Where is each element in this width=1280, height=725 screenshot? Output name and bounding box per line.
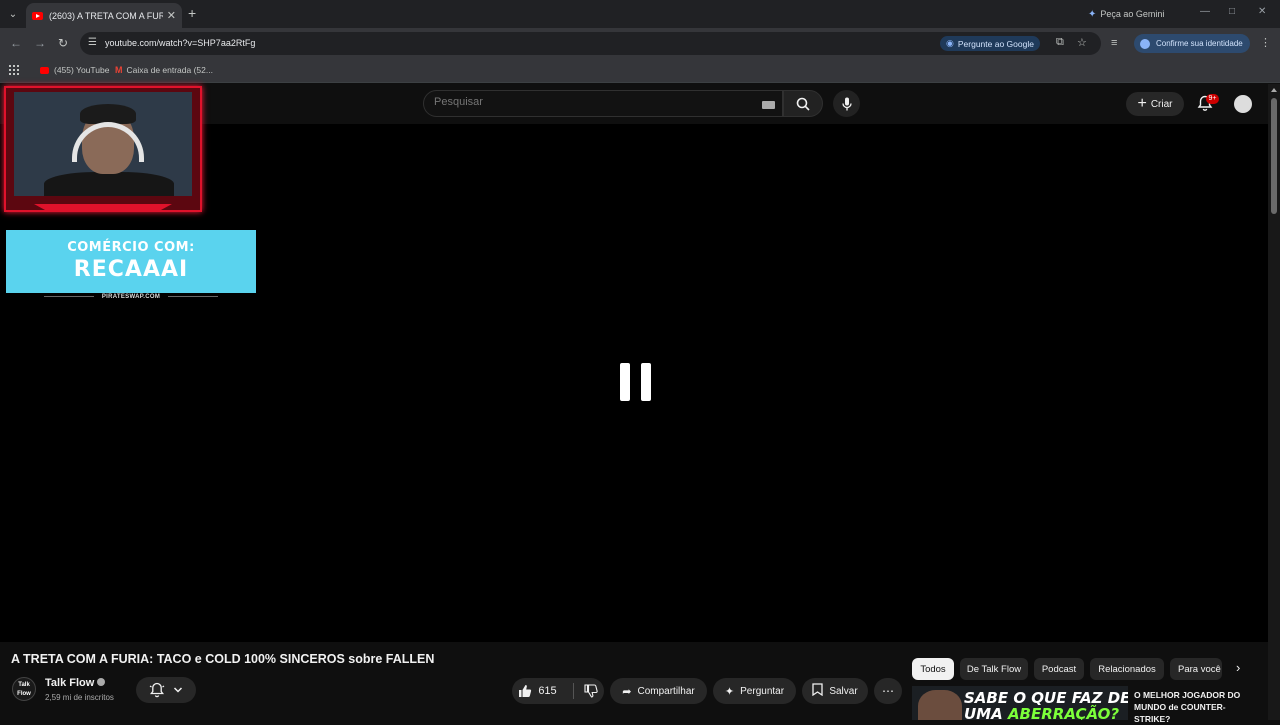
share-button[interactable]: ➦ Compartilhar [610,678,707,704]
bookmark-gmail[interactable]: M Caixa de entrada (52... [115,65,213,75]
video-title: A TRETA COM A FURIA: TACO e COLD 100% SI… [11,652,435,666]
dislike-button[interactable] [584,684,598,698]
sparkle-icon: ✦ [724,685,735,698]
create-label: Criar [1150,98,1173,110]
reload-icon[interactable]: ↻ [58,36,68,50]
share-arrow-icon: ➦ [622,685,632,698]
plus-icon: + [1137,95,1147,112]
tab-search-chevron-icon[interactable]: ⌄ [4,5,22,23]
browser-tab-strip: ⌄ (2603) A TRETA COM A FURIA: ✕ + ✦ Peça… [0,0,1280,28]
thumbs-up-icon [519,685,532,697]
notifications-badge: 9+ [1206,94,1219,104]
ask-google-button[interactable]: ◉ Pergunte ao Google [940,36,1040,51]
bookmark-gmail-label: Caixa de entrada (52... [126,65,213,75]
bookmark-star-icon[interactable]: ☆ [1077,36,1087,49]
sponsor-line1: COMÉRCIO COM: [67,240,195,255]
voice-search-button[interactable] [833,90,860,117]
search-box[interactable] [423,90,783,117]
forward-arrow-icon[interactable]: → [34,36,46,50]
pause-icon[interactable] [620,363,651,401]
channel-avatar[interactable]: Talk Flow [12,677,36,701]
ask-button[interactable]: ✦ Perguntar [713,678,796,704]
page-scrollbar[interactable] [1268,84,1280,720]
account-avatar[interactable] [1232,93,1254,115]
reading-list-icon[interactable]: ≡ [1111,37,1117,49]
chip-for-you[interactable]: Para você [1170,658,1222,680]
bookmark-youtube-label: (455) YouTube [54,65,110,75]
thumbs-down-icon [584,684,598,698]
maximize-icon[interactable]: □ [1229,6,1235,17]
streamer-webcam-overlay [4,86,202,212]
profile-avatar-icon [1140,38,1150,49]
more-dots-icon: ⋯ [882,684,894,698]
browser-toolbar: ← → ↻ ☰ youtube.com/watch?v=SHP7aa2RtFg … [0,28,1280,59]
sponsor-line2: RECAAAI [73,257,189,282]
webcam-feed [14,92,192,196]
browser-tab-active[interactable]: (2603) A TRETA COM A FURIA: ✕ [26,3,182,28]
share-label: Compartilhar [637,685,695,697]
bookmark-icon [812,683,823,699]
new-tab-plus-icon[interactable]: + [188,5,196,21]
browser-menu-icon[interactable]: ⋮ [1260,36,1271,49]
minimize-icon[interactable]: — [1200,6,1210,17]
search-icon [796,97,810,111]
youtube-favicon-icon [32,11,43,20]
save-button[interactable]: Salvar [802,678,868,704]
chevron-down-icon [173,687,183,693]
thumbnail-text-line2: UMA ABERRAÇÃO? [964,705,1120,720]
scroll-up-arrow-icon[interactable] [1271,88,1277,92]
back-arrow-icon[interactable]: ← [10,36,22,50]
channel-name-link[interactable]: Talk Flow [45,677,106,689]
like-dislike-group: 615 [512,678,604,704]
gmail-icon: M [115,65,123,75]
url-text[interactable]: youtube.com/watch?v=SHP7aa2RtFg [105,38,255,48]
create-button[interactable]: + Criar [1126,92,1184,116]
subscriber-count: 2,59 mi de inscritos [45,693,114,702]
youtube-bookmark-icon [40,66,49,74]
chip-podcast[interactable]: Podcast [1034,658,1084,680]
chevron-right-icon[interactable]: › [1236,660,1240,675]
tab-title: (2603) A TRETA COM A FURIA: [49,10,163,21]
like-separator [572,683,574,699]
scrollbar-thumb[interactable] [1271,98,1277,214]
profile-confirm-identity-button[interactable]: Confirme sua identidade [1134,34,1250,53]
install-app-icon[interactable]: ⧉ [1056,36,1064,49]
ask-gemini-label: Peça ao Gemini [1100,9,1165,19]
keyboard-icon[interactable] [762,101,775,109]
address-bar[interactable]: ☰ youtube.com/watch?v=SHP7aa2RtFg ◉ Perg… [80,32,1101,55]
like-count: 615 [538,685,557,697]
search-input[interactable] [434,96,734,108]
more-actions-button[interactable]: ⋯ [874,678,902,704]
like-button[interactable]: 615 [518,684,557,698]
chip-all[interactable]: Todos [912,658,954,680]
verified-check-icon [97,678,106,686]
ask-gemini-button[interactable]: ✦ Peça ao Gemini [1088,6,1164,22]
channel-name: Talk Flow [45,677,95,689]
gemini-sparkle-icon: ✦ [1088,8,1097,20]
close-tab-icon[interactable]: ✕ [167,9,176,22]
search-button[interactable] [783,90,823,117]
bookmarks-bar: (455) YouTube M Caixa de entrada (52... [0,59,1280,83]
ask-label: Perguntar [740,685,785,697]
site-info-icon[interactable]: ☰ [88,37,97,48]
microphone-icon [841,97,852,110]
chip-from-channel[interactable]: De Talk Flow [960,658,1028,680]
recommendation-thumbnail[interactable]: SABE O QUE FAZ DELE UMA ABERRAÇÃO? [912,686,1128,720]
subscription-bell-button[interactable] [136,677,196,703]
close-window-icon[interactable]: ✕ [1258,6,1266,17]
save-label: Salvar [829,685,858,697]
chip-related[interactable]: Relacionados [1090,658,1164,680]
sponsor-url: PIRATESWAP.COM [6,294,256,300]
ask-google-label: Pergunte ao Google [957,38,1034,49]
bookmark-youtube[interactable]: (455) YouTube [40,65,109,75]
confirm-identity-label: Confirme sua identidade [1156,39,1243,48]
apps-grid-icon[interactable] [9,65,19,75]
google-lens-icon: ◉ [946,38,954,48]
bell-ring-icon [149,682,165,698]
sponsor-banner: COMÉRCIO COM: RECAAAI [6,230,256,293]
